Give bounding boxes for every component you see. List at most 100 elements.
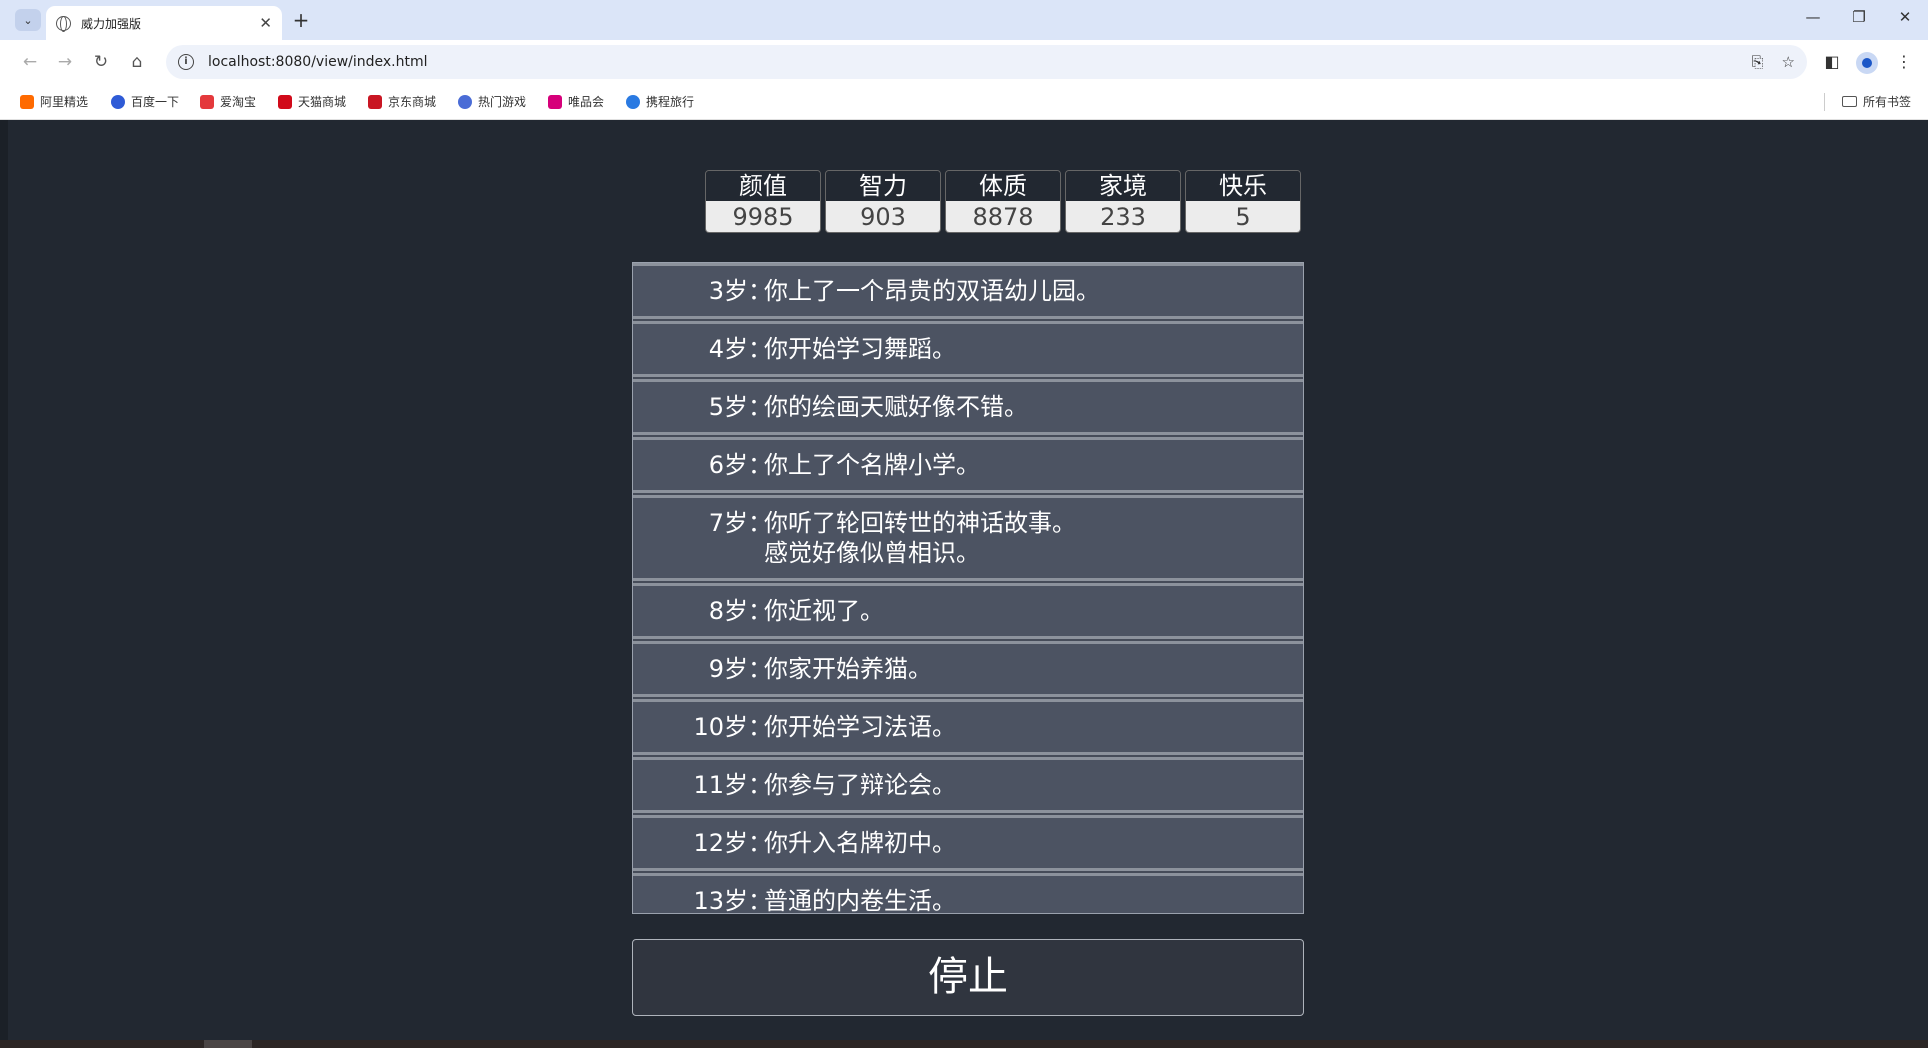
restore-icon[interactable]: ❐ xyxy=(1844,8,1874,26)
event-age: 5岁 xyxy=(708,393,748,421)
forward-icon[interactable]: → xyxy=(53,50,77,74)
reload-icon[interactable]: ↻ xyxy=(89,50,113,74)
event-colon: ： xyxy=(748,451,772,479)
minimize-icon[interactable]: — xyxy=(1798,8,1828,26)
browser-tab[interactable]: 威力加强版 ✕ xyxy=(46,6,282,40)
event-text: 你升入名牌初中。 xyxy=(764,828,1303,858)
stat-value: 9985 xyxy=(706,201,820,232)
bookmarks-bar: 阿里精选 百度一下 爱淘宝 天猫商城 京东商城 热门游戏 唯品会 携程旅行 所有… xyxy=(0,84,1928,120)
event-colon: ： xyxy=(748,335,772,363)
stat-intelligence: 智力 903 xyxy=(825,170,941,233)
list-item: 6岁：你上了个名牌小学。 xyxy=(633,437,1303,493)
event-colon: ： xyxy=(748,393,772,421)
list-item: 10岁：你开始学习法语。 xyxy=(633,699,1303,755)
event-colon: ： xyxy=(748,771,772,799)
event-line: 你的绘画天赋好像不错。 xyxy=(764,393,1028,421)
folder-icon xyxy=(1842,96,1857,107)
stat-happiness: 快乐 5 xyxy=(1185,170,1301,233)
event-line: 你参与了辩论会。 xyxy=(764,771,956,799)
new-tab-icon[interactable]: + xyxy=(290,8,312,32)
event-text: 你近视了。 xyxy=(764,596,1303,626)
url-text[interactable]: localhost:8080/view/index.html xyxy=(208,54,1734,70)
bookmark-item[interactable]: 携程旅行 xyxy=(626,93,694,110)
life-events-list[interactable]: 3岁：你上了一个昂贵的双语幼儿园。 4岁：你开始学习舞蹈。 5岁：你的绘画天赋好像不… xyxy=(632,262,1304,914)
side-panel-icon[interactable]: ◧ xyxy=(1820,50,1844,74)
stat-value: 5 xyxy=(1186,201,1300,232)
install-app-icon[interactable]: ⎘ xyxy=(1752,53,1764,71)
event-text: 普通的内卷生活。 xyxy=(764,886,1303,914)
event-age: 13岁 xyxy=(693,887,748,914)
tab-close-icon[interactable]: ✕ xyxy=(259,14,272,32)
horizontal-scrollbar[interactable] xyxy=(0,1040,1928,1048)
event-colon: ： xyxy=(748,277,772,305)
stat-label: 家境 xyxy=(1066,171,1180,201)
event-text: 你参与了辩论会。 xyxy=(764,770,1303,800)
stat-label: 快乐 xyxy=(1186,171,1300,201)
list-item: 3岁：你上了一个昂贵的双语幼儿园。 xyxy=(633,263,1303,319)
event-colon: ： xyxy=(748,509,772,537)
stats-panel: 颜值 9985 智力 903 体质 8878 家境 233 快乐 5 xyxy=(705,170,1301,233)
bookmark-item[interactable]: 天猫商城 xyxy=(278,93,346,110)
bookmark-favicon-icon xyxy=(548,94,562,109)
bookmark-item[interactable]: 唯品会 xyxy=(548,93,604,110)
event-colon: ： xyxy=(748,597,772,625)
bookmark-favicon-icon xyxy=(200,94,214,109)
event-line: 你开始学习法语。 xyxy=(764,713,956,741)
event-line: 普通的内卷生活。 xyxy=(764,887,956,914)
event-text: 你开始学习舞蹈。 xyxy=(764,334,1303,364)
event-age: 4岁 xyxy=(708,335,748,363)
bookmark-item[interactable]: 京东商城 xyxy=(368,93,436,110)
event-text: 你听了轮回转世的神话故事。 感觉好像似曾相识。 xyxy=(764,508,1303,568)
menu-kebab-icon[interactable]: ⋮ xyxy=(1892,50,1916,74)
globe-icon xyxy=(56,15,71,32)
scrollbar-thumb[interactable] xyxy=(204,1040,252,1048)
event-text: 你家开始养猫。 xyxy=(764,654,1303,684)
window-close-icon[interactable]: ✕ xyxy=(1890,8,1920,26)
list-item: 11岁：你参与了辩论会。 xyxy=(633,757,1303,813)
bookmark-favicon-icon xyxy=(368,94,382,109)
event-line: 感觉好像似曾相识。 xyxy=(764,539,980,567)
stat-value: 903 xyxy=(826,201,940,232)
event-age: 10岁 xyxy=(693,713,748,741)
event-line: 你家开始养猫。 xyxy=(764,655,932,683)
event-age: 6岁 xyxy=(708,451,748,479)
event-text: 你的绘画天赋好像不错。 xyxy=(764,392,1303,422)
list-item: 5岁：你的绘画天赋好像不错。 xyxy=(633,379,1303,435)
bookmark-item[interactable]: 阿里精选 xyxy=(20,93,88,110)
back-icon[interactable]: ← xyxy=(18,50,42,74)
tab-search-chevron-icon[interactable]: ⌄ xyxy=(15,9,41,31)
event-line: 你近视了。 xyxy=(764,597,884,625)
bookmark-favicon-icon xyxy=(626,94,640,109)
list-item: 13岁：普通的内卷生活。 xyxy=(633,873,1303,914)
bookmark-item[interactable]: 爱淘宝 xyxy=(200,93,256,110)
list-item: 9岁：你家开始养猫。 xyxy=(633,641,1303,697)
stat-physique: 体质 8878 xyxy=(945,170,1061,233)
home-icon[interactable]: ⌂ xyxy=(125,50,149,74)
event-colon: ： xyxy=(748,829,772,857)
address-bar[interactable]: i localhost:8080/view/index.html ⎘ ☆ xyxy=(166,45,1807,79)
stat-label: 体质 xyxy=(946,171,1060,201)
stop-button[interactable]: 停止 xyxy=(632,939,1304,1016)
event-colon: ： xyxy=(748,655,772,683)
bookmark-star-icon[interactable]: ☆ xyxy=(1782,53,1795,71)
event-colon: ： xyxy=(748,713,772,741)
bookmark-item[interactable]: 热门游戏 xyxy=(458,93,526,110)
event-age: 8岁 xyxy=(708,597,748,625)
list-item: 8岁：你近视了。 xyxy=(633,583,1303,639)
tab-title: 威力加强版 xyxy=(81,16,142,31)
event-line: 你上了个名牌小学。 xyxy=(764,451,980,479)
event-age: 7岁 xyxy=(708,509,748,537)
event-text: 你上了一个昂贵的双语幼儿园。 xyxy=(764,276,1303,306)
event-age: 3岁 xyxy=(708,277,748,305)
stat-value: 233 xyxy=(1066,201,1180,232)
list-item: 4岁：你开始学习舞蹈。 xyxy=(633,321,1303,377)
event-colon: ： xyxy=(748,887,772,914)
bookmarks-divider xyxy=(1824,93,1825,111)
browser-toolbar: ← → ↻ ⌂ i localhost:8080/view/index.html… xyxy=(0,40,1928,84)
all-bookmarks-button[interactable]: 所有书签 xyxy=(1842,93,1911,110)
site-info-icon[interactable]: i xyxy=(178,54,194,70)
profile-avatar-icon[interactable] xyxy=(1856,52,1878,74)
stat-label: 智力 xyxy=(826,171,940,201)
bookmark-favicon-icon xyxy=(111,94,125,109)
bookmark-item[interactable]: 百度一下 xyxy=(111,93,179,110)
